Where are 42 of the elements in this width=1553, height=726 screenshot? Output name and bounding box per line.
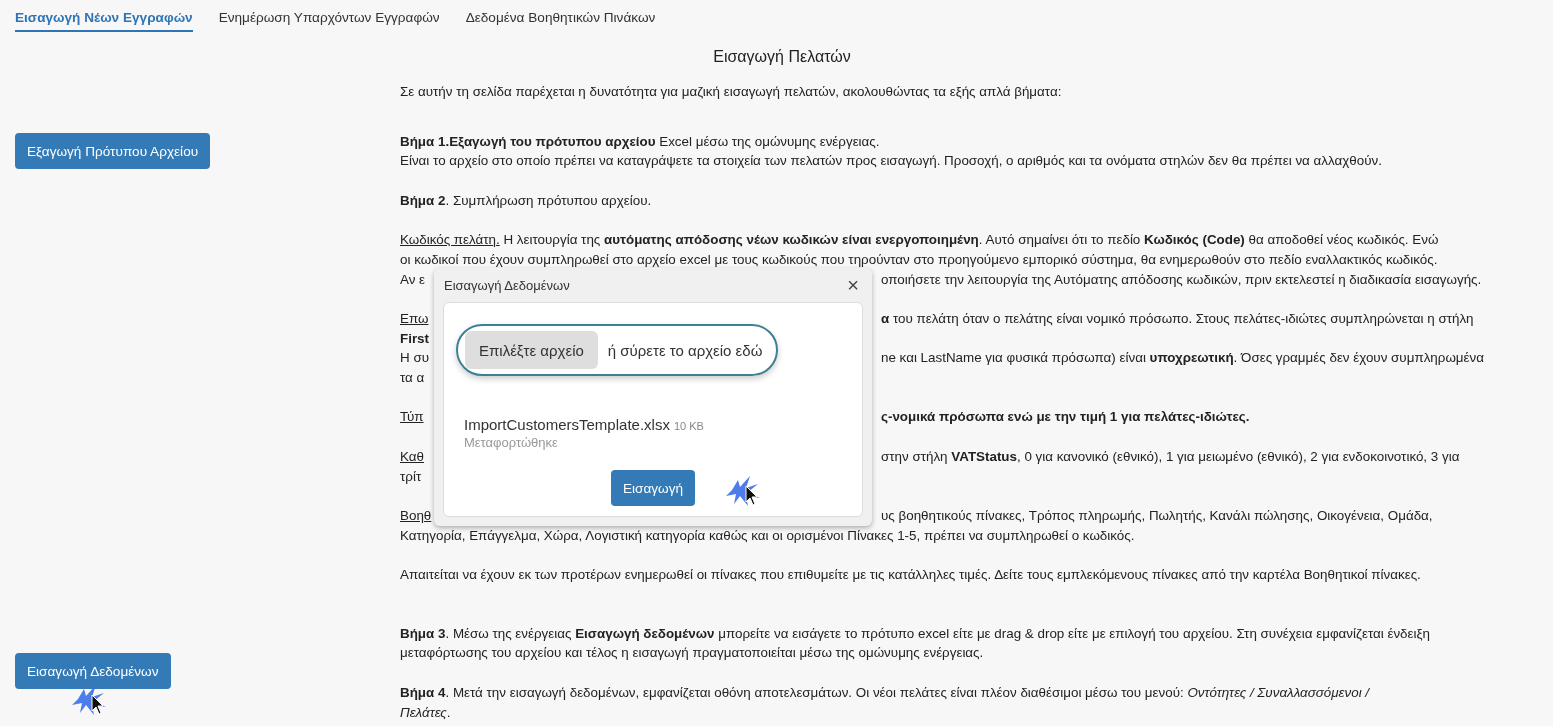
text-line: Είναι το αρχείο στο οποίο πρέπει να καταγράψετε τα στοιχεία των πελατών προς εισαγωγή. Προσοχή, ο αριθμός και τα ονόματα στηλών δεν θα πρέπει να αλλαχθούν. (400, 152, 1383, 171)
text-fragment: Βοηθ (400, 506, 432, 525)
text-fragment: τα α (400, 369, 425, 388)
file-drop-zone[interactable]: Επιλέξτε αρχείο ή σύρετε το αρχείο εδώ (456, 324, 779, 376)
text-line: Κατηγορία, Επάγγελμα, Χώρα, Λογιστική κατηγορία καθώς και οι ορισμένοι Πίνακες 1-5, πρέπει να συμπληρωθεί ο κωδικός. (400, 526, 1136, 545)
text-line: Κωδικός πελάτη. Η λειτουργία της αυτόματης απόδοσης νέων κωδικών είναι ενεργοποιημένη. Αυτό σημαίνει ότι το πεδίο Κωδικός (Code) θα αποδοθεί νέος κωδικός. Ενώ (400, 231, 1440, 250)
text-line: Βήμα 2. Συμπλήρωση πρότυπου αρχείου. (400, 191, 653, 210)
file-size: 10 KB (673, 420, 704, 432)
page-title: Εισαγωγή Πελατών (712, 48, 852, 66)
dialog-title: Εισαγωγή Δεδομένων (444, 277, 570, 293)
text-fragment: Η συ (400, 349, 429, 368)
tab[interactable]: Δεδομένα Βοηθητικών Πινάκων (465, 10, 656, 32)
export-template-button[interactable]: Εξαγωγή Πρότυπου Αρχείου (15, 133, 211, 169)
text-fragment: Καθ (400, 447, 424, 466)
choose-file-button[interactable]: Επιλέξτε αρχείο (465, 331, 598, 369)
text-line: οι κωδικοί που έχουν συμπληρωθεί στο αρχείο excel με τους κωδικούς που τηρούνταν στο προηγούμενο εμπορικό σύστημα, θα ενημερωθούν στο πεδίο εναλλακτικός κωδικός. (400, 250, 1439, 269)
text-fragment: Αν ε (400, 270, 426, 289)
text-fragment: Τύπ (400, 408, 424, 427)
text-fragment: Επω (400, 310, 429, 328)
upload-status: Μεταφορτώθηκε (464, 435, 559, 450)
text-line: Πελάτες. (400, 703, 452, 722)
text-fragment: τρίτ (400, 467, 422, 486)
import-button[interactable]: Εισαγωγή (610, 470, 696, 506)
tab[interactable]: Εισαγωγή Νέων Εγγραφών (15, 10, 193, 32)
text-fragment: ne και LastName για φυσικά πρόσωπα) είναι υποχρεωτική. Όσες γραμμές δεν έχουν συμπληρωμένα (881, 349, 1484, 368)
file-name: ImportCustomersTemplate.xlsx (464, 416, 670, 433)
drop-hint: ή σύρετε το αρχείο εδώ (607, 341, 763, 359)
text-fragment: α του πελάτη όταν ο πελάτης είναι νομικό πρόσωπο. Στους πελάτες-ιδιώτες συμπληρώνεται η στήλη (881, 310, 1474, 328)
text-line: Απαιτείται να έχουν εκ των προτέρων ενημερωθεί οι πίνακες που επιθυμείτε με τις κατάλληλες τιμές. Δείτε τους εμπλεκόμενους πίνακες από την καρτέλα Βοηθητικοί πίνακες. (400, 566, 1422, 585)
text-fragment: First (400, 329, 430, 348)
text-line: Βήμα 4. Μετά την εισαγωγή δεδομένων, εμφανίζεται οθόνη αποτελεσμάτων. Οι νέοι πελάτες είναι πλέον διαθέσιμοι μέσω του μενού: Οντότητες / Συναλλασσόμενοι / (400, 683, 1371, 702)
text-fragment: υς βοηθητικούς πίνακες, Τρόπος πληρωμής, Πωλητής, Κανάλι πώλησης, Οικογένεια, Ομάδα, (881, 506, 1433, 525)
text-fragment: οποιήσετε την λειτουργία της Αυτόματης απόδοσης κωδικών, πριν εκτελεστεί η διαδικασία εισαγωγής. (881, 270, 1482, 289)
import-data-button[interactable]: Εισαγωγή Δεδομένων (15, 653, 171, 689)
text-fragment: στην στήλη VATStatus, 0 για κανονικό (εθνικό), 1 για μειωμένο (εθνικό), 2 για ενδοκοινοτικό, 3 για (881, 447, 1460, 466)
text-fragment: ς-νομικά πρόσωπα ενώ με την τιμή 1 για πελάτες-ιδιώτες. (881, 408, 1250, 427)
text-line: Βήμα 1.Εξαγωγή του πρότυπου αρχείου Excel μέσω της ομώνυμης ενέργειας. (400, 132, 881, 151)
text-line: μεταφόρτωσης του αρχείου και τέλος η εισαγωγή πραγματοποιείται μέσω της ομώνυμης ενέργειας. (400, 644, 985, 663)
close-button[interactable]: × (843, 275, 863, 295)
tab[interactable]: Ενημέρωση Υπαρχόντων Εγγραφών (218, 10, 440, 32)
text-line: Βήμα 3. Μέσω της ενέργειας Εισαγωγή δεδομένων μπορείτε να εισάγετε το πρότυπο excel είτε με drag & drop είτε με επιλογή του αρχείου. Στη συνέχεια εμφανίζεται ένδειξη (400, 624, 1431, 643)
text-line: Σε αυτήν τη σελίδα παρέχεται η δυνατότητα για μαζική εισαγωγή πελατών, ακολουθώντας τα εξής απλά βήματα: (400, 83, 1063, 101)
